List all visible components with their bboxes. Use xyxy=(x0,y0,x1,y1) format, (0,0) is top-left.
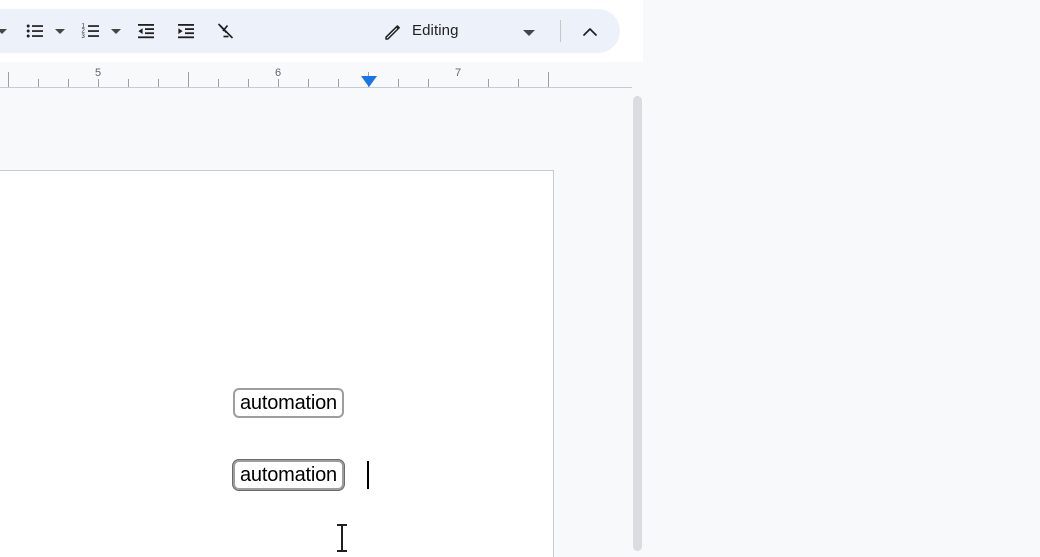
text-style-caret-icon[interactable] xyxy=(0,27,7,37)
bulleted-list-caret-icon[interactable] xyxy=(55,27,65,37)
editing-mode-label[interactable]: Editing xyxy=(412,22,459,39)
chevron-up-icon xyxy=(583,28,597,36)
variable-chip[interactable]: automation xyxy=(233,460,344,490)
ruler-tick xyxy=(338,79,339,87)
ruler-tick xyxy=(308,79,309,87)
bulleted-list-icon xyxy=(26,24,43,38)
ruler-tick xyxy=(398,79,399,87)
ruler-number: 5 xyxy=(94,67,102,79)
editing-mode-caret-icon[interactable] xyxy=(523,28,535,38)
numbered-list-caret-icon[interactable] xyxy=(111,27,121,37)
ruler-tick xyxy=(188,72,189,87)
ruler-tick xyxy=(158,79,159,87)
bulleted-list-button[interactable] xyxy=(22,18,48,44)
variable-chip[interactable]: automation xyxy=(233,388,344,418)
ruler-tick xyxy=(428,79,429,87)
ruler-tick xyxy=(98,79,99,87)
ruler-number: 7 xyxy=(454,67,462,79)
document-canvas[interactable]: automation automation xyxy=(0,92,632,557)
pencil-icon xyxy=(385,25,400,40)
text-caret xyxy=(367,461,369,489)
document-editor: 1 2 3 Editing 5 6 7 automation automatio… xyxy=(0,0,643,557)
increase-indent-icon xyxy=(178,24,194,39)
ruler-tick xyxy=(518,79,519,87)
toolbar: 1 2 3 Editing xyxy=(0,0,643,62)
ruler-tick xyxy=(548,72,549,87)
clear-formatting-button[interactable] xyxy=(213,18,239,44)
ruler-baseline xyxy=(0,87,632,88)
ruler-tick xyxy=(278,79,279,87)
ruler-tick xyxy=(68,79,69,87)
toolbar-divider xyxy=(560,20,561,42)
clear-formatting-icon xyxy=(217,23,234,39)
svg-text:3: 3 xyxy=(82,34,86,40)
collapse-toolbar-button[interactable] xyxy=(578,22,602,42)
ruler-number: 6 xyxy=(274,67,282,79)
numbered-list-button[interactable]: 1 2 3 xyxy=(78,18,104,44)
ruler-tick xyxy=(488,79,489,87)
document-page[interactable]: automation automation xyxy=(0,170,554,557)
ruler-tick xyxy=(248,79,249,87)
increase-indent-button[interactable] xyxy=(173,18,199,44)
ruler[interactable]: 5 6 7 xyxy=(0,62,643,92)
ruler-tick xyxy=(38,79,39,87)
decrease-indent-button[interactable] xyxy=(133,18,159,44)
ruler-tick xyxy=(128,79,129,87)
decrease-indent-icon xyxy=(138,24,154,39)
side-panel-background: Variables New Variable example a xyxy=(643,0,1040,557)
ruler-tick xyxy=(8,72,9,87)
scrollbar-thumb[interactable] xyxy=(633,96,642,551)
i-beam-cursor xyxy=(337,524,347,552)
right-indent-marker[interactable] xyxy=(361,76,377,87)
ruler-tick xyxy=(218,79,219,87)
numbered-list-icon: 1 2 3 xyxy=(82,23,99,40)
